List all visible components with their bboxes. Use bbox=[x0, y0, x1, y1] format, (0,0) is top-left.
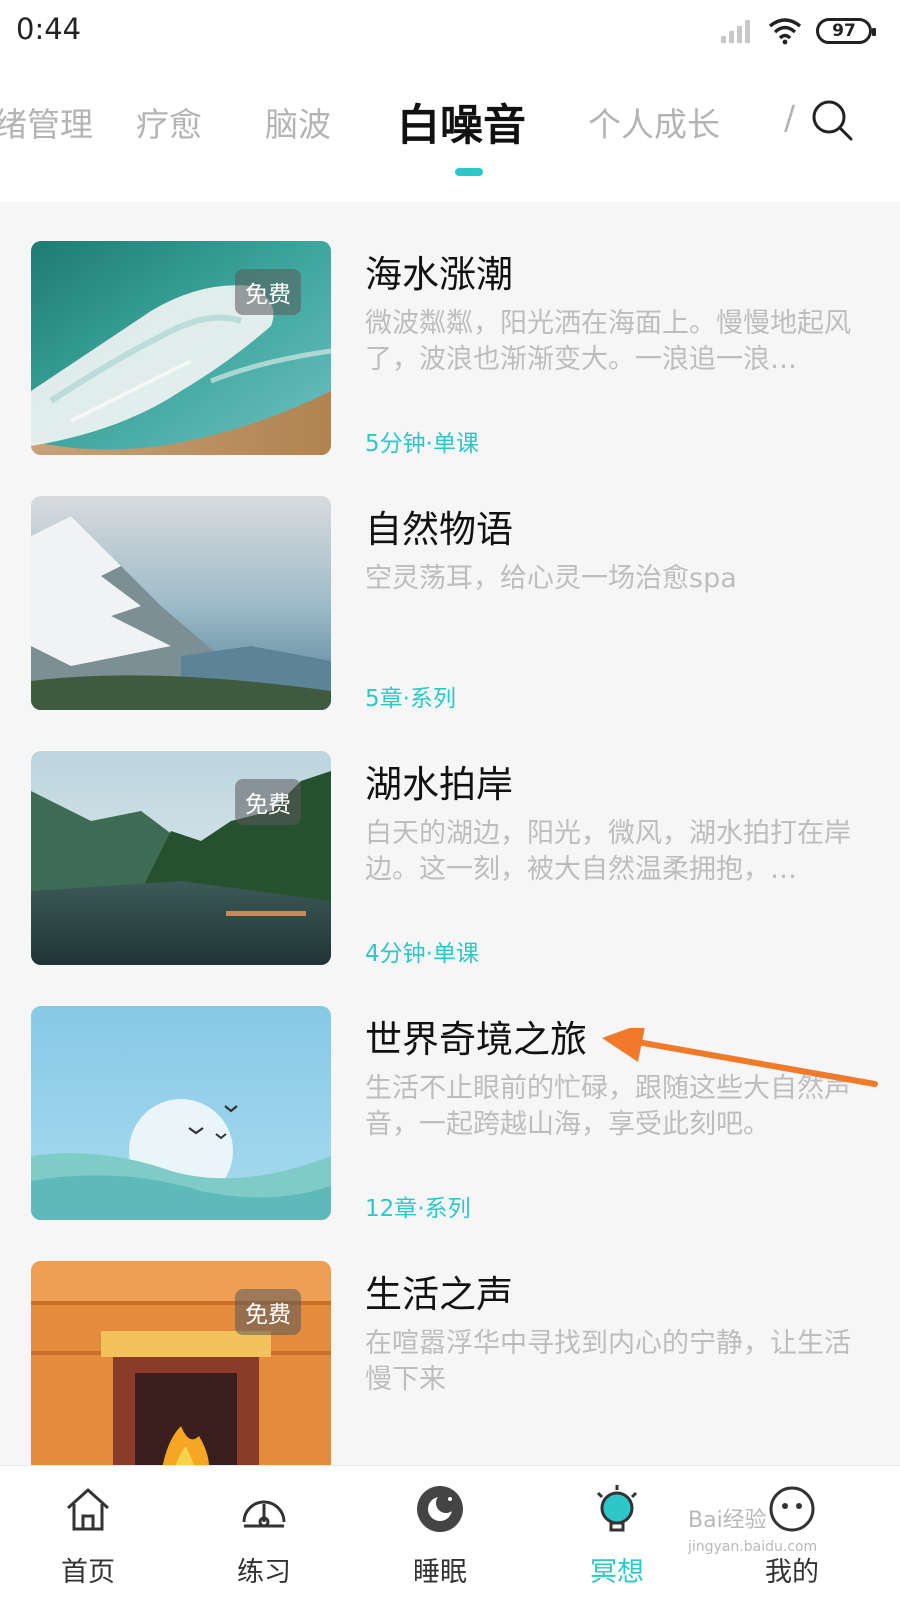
wifi-icon bbox=[768, 18, 802, 45]
tab-healing[interactable]: 疗愈 bbox=[136, 98, 202, 146]
tab-personal-growth[interactable]: 个人成长 bbox=[588, 98, 720, 146]
status-icons: 97 bbox=[720, 14, 876, 48]
app-screen: 0:44 97 绪管理 疗愈 脑波 白噪音 个人成长 / 免费 海水涨潮 微波粼… bbox=[0, 0, 900, 1600]
lightbulb-icon bbox=[596, 1485, 638, 1532]
item-meta: 4分钟·单课 bbox=[365, 941, 479, 967]
status-time: 0:44 bbox=[16, 12, 82, 46]
nav-home[interactable]: 首页 bbox=[18, 1466, 158, 1600]
item-title[interactable]: 海水涨潮 bbox=[365, 244, 513, 298]
free-badge: 免费 bbox=[235, 269, 301, 315]
tab-emotion-management[interactable]: 绪管理 bbox=[0, 98, 93, 146]
list-item[interactable]: 免费 湖水拍岸 白天的湖边，阳光，微风，湖水拍打在岸边。这一刻，被大自然温柔拥抱… bbox=[0, 712, 900, 967]
fireplace-thumbnail[interactable]: 免费 bbox=[31, 1261, 331, 1465]
watermark-line1: Bai经验 bbox=[688, 1508, 767, 1533]
item-description: 白天的湖边，阳光，微风，湖水拍打在岸边。这一刻，被大自然温柔拥抱，… bbox=[365, 818, 851, 885]
watermark: Bai经验 jingyan.baidu.com bbox=[688, 1508, 817, 1560]
home-icon bbox=[66, 1488, 110, 1531]
item-description: 微波粼粼，阳光洒在海面上。慢慢地起风了，波浪也渐渐变大。一浪追一浪… bbox=[365, 308, 851, 375]
nav-label: 练习 bbox=[237, 1557, 291, 1588]
nav-practice[interactable]: 练习 bbox=[194, 1466, 334, 1600]
tab-brainwave[interactable]: 脑波 bbox=[265, 98, 331, 146]
item-meta: 12章·系列 bbox=[365, 1196, 471, 1222]
list-item[interactable]: 自然物语 空灵荡耳，给心灵一场治愈spa 5章·系列 bbox=[0, 457, 900, 712]
search-icon[interactable] bbox=[810, 98, 854, 142]
gauge-icon bbox=[242, 1500, 286, 1528]
active-tab-indicator bbox=[455, 168, 483, 176]
signal-icon bbox=[721, 20, 750, 43]
nav-label: 睡眠 bbox=[413, 1557, 467, 1588]
item-title[interactable]: 自然物语 bbox=[365, 499, 513, 553]
item-meta: 5分钟·单课 bbox=[365, 431, 479, 457]
battery-icon: 97 bbox=[816, 18, 876, 44]
tab-partial[interactable]: / bbox=[784, 98, 795, 137]
world-journey-thumbnail[interactable] bbox=[31, 1006, 331, 1220]
watermark-line2: jingyan.baidu.com bbox=[688, 1539, 818, 1555]
list-item[interactable]: 免费 海水涨潮 微波粼粼，阳光洒在海面上。慢慢地起风了，波浪也渐渐变大。一浪追一… bbox=[0, 202, 900, 457]
item-description: 生活不止眼前的忙碌，跟随这些大自然声音，一起跨越山海，享受此刻吧。 bbox=[365, 1073, 851, 1140]
item-description: 在喧嚣浮华中寻找到内心的宁静，让生活慢下来 bbox=[365, 1328, 851, 1395]
nav-label: 冥想 bbox=[590, 1557, 644, 1588]
item-meta: 5章·系列 bbox=[365, 686, 456, 712]
lake-thumbnail[interactable]: 免费 bbox=[31, 751, 331, 965]
ocean-wave-thumbnail[interactable]: 免费 bbox=[31, 241, 331, 455]
nav-sleep[interactable]: 睡眠 bbox=[370, 1466, 510, 1600]
nav-meditation[interactable]: 冥想 bbox=[547, 1466, 687, 1600]
tab-white-noise[interactable]: 白噪音 bbox=[397, 91, 526, 153]
moon-icon bbox=[417, 1486, 463, 1532]
item-title[interactable]: 世界奇境之旅 bbox=[365, 1009, 587, 1063]
category-tabs: 绪管理 疗愈 脑波 白噪音 个人成长 / bbox=[0, 62, 900, 202]
item-title[interactable]: 生活之声 bbox=[365, 1264, 513, 1318]
status-bar: 0:44 97 bbox=[0, 0, 900, 62]
list-item[interactable]: 世界奇境之旅 生活不止眼前的忙碌，跟随这些大自然声音，一起跨越山海，享受此刻吧。… bbox=[0, 967, 900, 1222]
nav-label: 首页 bbox=[61, 1557, 115, 1588]
list-item[interactable]: 免费 生活之声 在喧嚣浮华中寻找到内心的宁静，让生活慢下来 bbox=[0, 1222, 900, 1465]
item-description: 空灵荡耳，给心灵一场治愈spa bbox=[365, 563, 737, 594]
item-title[interactable]: 湖水拍岸 bbox=[365, 754, 513, 808]
free-badge: 免费 bbox=[235, 1289, 301, 1335]
mountain-thumbnail[interactable] bbox=[31, 496, 331, 710]
free-badge: 免费 bbox=[235, 779, 301, 825]
content-list[interactable]: 免费 海水涨潮 微波粼粼，阳光洒在海面上。慢慢地起风了，波浪也渐渐变大。一浪追一… bbox=[0, 202, 900, 1465]
